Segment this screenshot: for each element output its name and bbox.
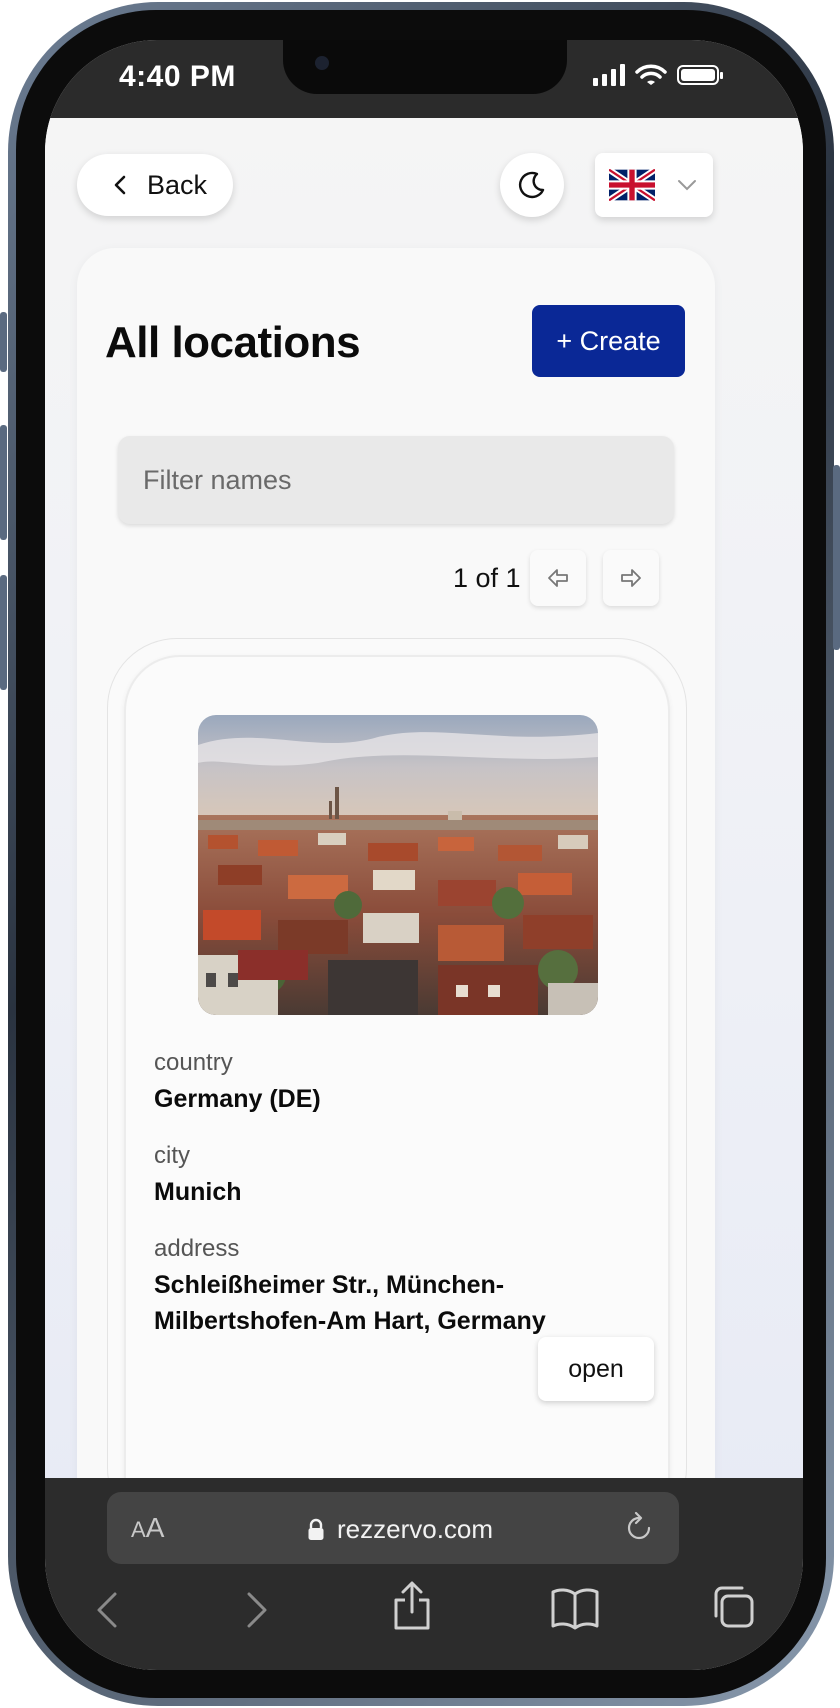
battery-icon: [677, 65, 723, 85]
theme-toggle-button[interactable]: [500, 153, 564, 217]
url-text: rezzervo.com: [337, 1514, 494, 1544]
previous-page-button[interactable]: [530, 550, 586, 606]
moon-icon: [518, 171, 545, 199]
next-page-button[interactable]: [603, 550, 659, 606]
location-list-item: country Germany (DE) city Munich address…: [107, 638, 687, 1538]
browser-back-icon[interactable]: [95, 1590, 119, 1630]
location-photo: [198, 715, 598, 1015]
page-title: All locations: [105, 318, 361, 367]
chevron-down-icon: [678, 180, 696, 191]
action-button: [0, 312, 7, 372]
arrow-right-icon: [621, 569, 641, 587]
share-icon[interactable]: [391, 1580, 433, 1632]
web-page: Back All locations + Create 1 of 1: [45, 118, 803, 1548]
chevron-left-icon: [114, 175, 126, 195]
volume-up-button: [0, 425, 7, 540]
uk-flag-icon: [609, 169, 655, 201]
arrow-left-icon: [548, 569, 568, 587]
browser-forward-icon[interactable]: [245, 1590, 269, 1630]
power-button: [833, 465, 840, 650]
create-button[interactable]: + Create: [532, 305, 685, 377]
locations-card: All locations + Create 1 of 1: [77, 248, 715, 1548]
city-value: Munich: [154, 1178, 242, 1206]
status-icons: [593, 64, 723, 86]
browser-toolbar: AA rezzervo.com: [45, 1478, 803, 1670]
address-value: Schleißheimer Str., München-Milbertshofe…: [154, 1271, 546, 1335]
filter-names-input[interactable]: [118, 436, 674, 524]
reader-options-button[interactable]: AA: [131, 1512, 164, 1544]
browser-nav: [45, 1581, 803, 1650]
back-button[interactable]: Back: [77, 154, 233, 216]
volume-down-button: [0, 575, 7, 690]
screen: 4:40 PM Back All locations + Create Filt…: [45, 40, 803, 1670]
address-bar[interactable]: AA rezzervo.com: [107, 1492, 679, 1564]
address-label: address: [154, 1235, 240, 1262]
status-time: 4:40 PM: [119, 60, 236, 93]
back-label: Back: [147, 169, 208, 200]
city-label: city: [154, 1142, 190, 1169]
open-button[interactable]: open: [538, 1337, 654, 1401]
country-label: country: [154, 1049, 233, 1076]
status-bar: 4:40 PM: [45, 40, 803, 118]
url-display[interactable]: rezzervo.com: [307, 1514, 493, 1545]
country-value: Germany (DE): [154, 1085, 321, 1113]
signal-icon: [593, 64, 625, 86]
reload-icon[interactable]: [623, 1510, 655, 1544]
language-select[interactable]: [595, 153, 713, 217]
book-icon[interactable]: [550, 1586, 600, 1630]
lock-icon: [308, 1518, 324, 1540]
wifi-icon: [635, 64, 667, 85]
location-card: country Germany (DE) city Munich address…: [124, 655, 670, 1535]
camera: [315, 56, 329, 70]
pagination-text: 1 of 1: [453, 563, 521, 593]
tabs-icon[interactable]: [710, 1584, 756, 1630]
